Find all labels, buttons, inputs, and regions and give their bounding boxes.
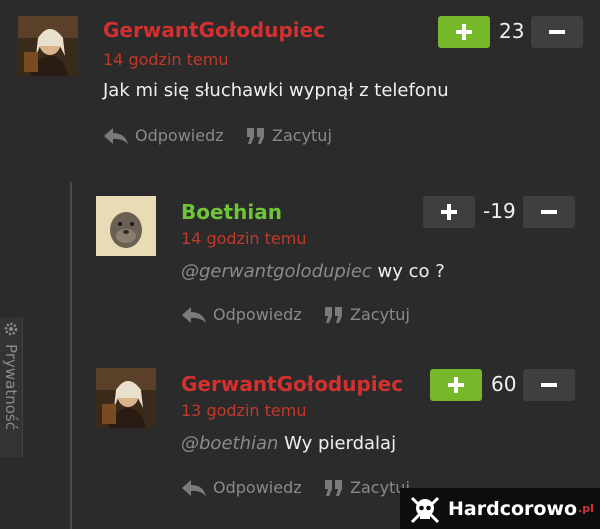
downvote-button[interactable] xyxy=(523,196,575,228)
vote-score: 23 xyxy=(499,19,525,43)
quote-icon xyxy=(247,127,264,144)
mention-link[interactable]: @gerwantgolodupiec xyxy=(181,261,372,282)
timestamp: 14 godzin temu xyxy=(181,229,307,248)
reply-label: Odpowiedz xyxy=(213,305,302,324)
timestamp: 14 godzin temu xyxy=(103,50,229,69)
plus-icon xyxy=(441,204,457,220)
quote-button[interactable]: Zacytuj xyxy=(324,478,410,497)
quote-button[interactable]: Zacytuj xyxy=(324,305,410,324)
avatar[interactable] xyxy=(96,196,156,256)
gear-icon xyxy=(4,322,18,336)
avatar[interactable] xyxy=(96,368,156,428)
quote-button[interactable]: Zacytuj xyxy=(246,126,332,145)
comment-text: Jak mi się słuchawki wypnął z telefonu xyxy=(103,80,449,101)
quote-icon xyxy=(325,306,342,323)
minus-icon xyxy=(541,383,557,387)
reply-button[interactable]: Odpowiedz xyxy=(181,478,302,497)
quote-label: Zacytuj xyxy=(272,126,332,145)
timestamp: 13 godzin temu xyxy=(181,401,307,420)
comment-body: Jak mi się słuchawki wypnął z telefonu xyxy=(103,80,449,101)
reply-label: Odpowiedz xyxy=(213,478,302,497)
comment-body: wy co ? xyxy=(377,261,445,282)
downvote-button[interactable] xyxy=(531,16,583,48)
downvote-button[interactable] xyxy=(523,369,575,401)
quote-label: Zacytuj xyxy=(350,305,410,324)
reply-icon xyxy=(104,127,128,144)
logo-suffix: .pl xyxy=(578,502,594,515)
username[interactable]: GerwantGołodupiec xyxy=(181,372,403,396)
site-logo: Hardcorowo .pl xyxy=(400,488,600,529)
username[interactable]: Boethian xyxy=(181,200,282,224)
upvote-button[interactable] xyxy=(423,196,475,228)
plus-icon xyxy=(448,377,464,393)
reply-button[interactable]: Odpowiedz xyxy=(103,126,224,145)
reply-label: Odpowiedz xyxy=(135,126,224,145)
vote-score: -19 xyxy=(483,199,516,223)
vote-score: 60 xyxy=(491,372,517,396)
username[interactable]: GerwantGołodupiec xyxy=(103,18,325,42)
minus-icon xyxy=(549,30,565,34)
upvote-button[interactable] xyxy=(438,16,490,48)
minus-icon xyxy=(541,210,557,214)
comment-text: @gerwantgolodupiec wy co ? xyxy=(181,261,445,282)
quote-icon xyxy=(325,479,342,496)
plus-icon xyxy=(456,24,472,40)
mention-link[interactable]: @boethian xyxy=(181,433,278,454)
thread-line xyxy=(70,182,72,529)
avatar[interactable] xyxy=(18,16,78,76)
comment-text: @boethian Wy pierdalaj xyxy=(181,433,396,454)
privacy-tab[interactable]: Prywatność xyxy=(0,317,23,457)
reply-icon xyxy=(182,479,206,496)
upvote-button[interactable] xyxy=(430,369,482,401)
reply-button[interactable]: Odpowiedz xyxy=(181,305,302,324)
comment-body: Wy pierdalaj xyxy=(284,433,397,454)
reply-icon xyxy=(182,306,206,323)
privacy-label: Prywatność xyxy=(2,344,20,430)
skull-icon xyxy=(410,496,440,523)
logo-text: Hardcorowo xyxy=(448,497,578,520)
